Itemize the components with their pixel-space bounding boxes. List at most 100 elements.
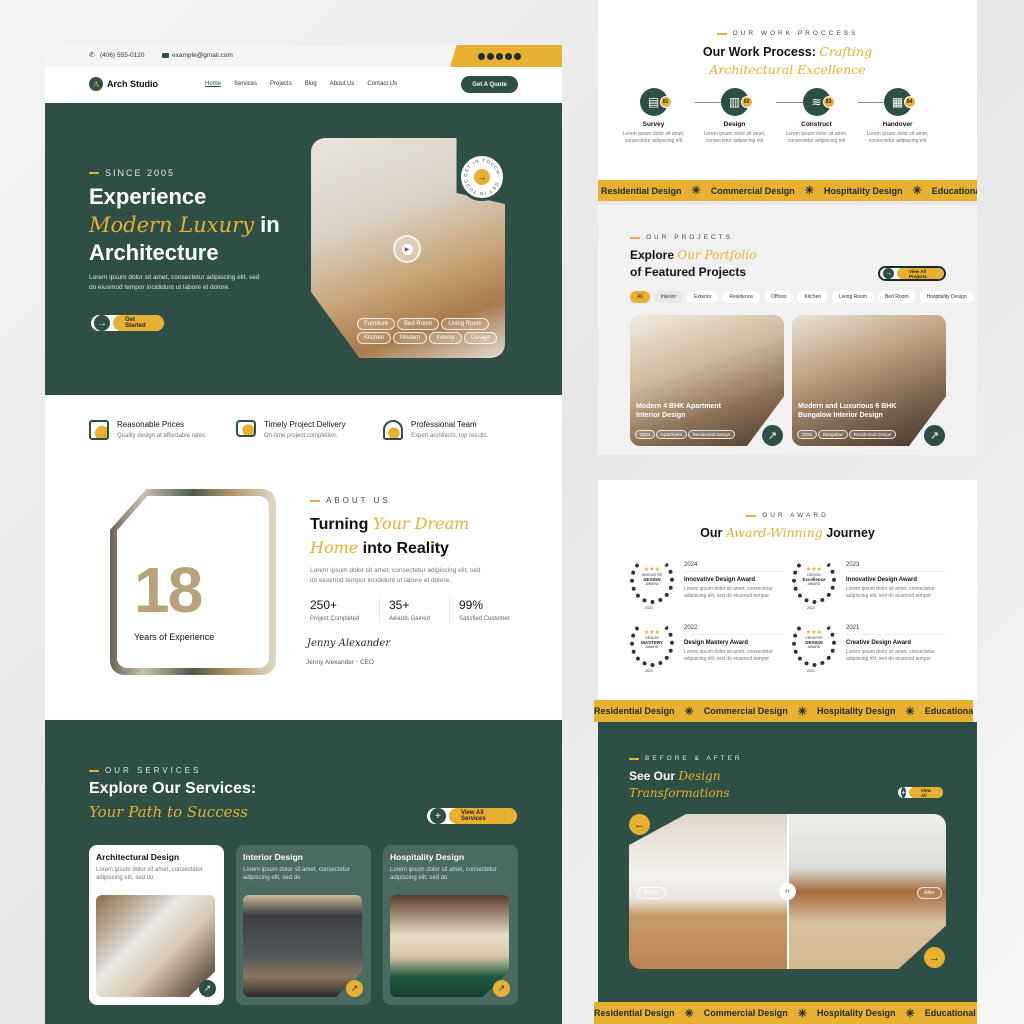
arrow-up-right-icon[interactable]: ↗: [346, 980, 363, 997]
youtube-icon[interactable]: [514, 52, 521, 60]
laurel-badge-icon: ★★★ DESIGN MASTERY AWARD: [630, 619, 674, 667]
hero-title: Experience Modern Luxury in Architecture: [89, 184, 280, 265]
about-eyebrow: ABOUT US: [310, 496, 391, 505]
project-filters: All Interior Exterior Residence Offices …: [630, 291, 977, 303]
phone-number[interactable]: (406) 555-0120: [100, 52, 144, 59]
award-desc: Lorem ipsum dolor sit amet, consectetur …: [846, 649, 935, 662]
filter-chip[interactable]: Living Room: [832, 291, 874, 303]
services-section: OUR SERVICES Explore Our Services: Your …: [45, 720, 562, 1024]
arrow-right-icon: →: [94, 315, 110, 331]
services-eyebrow: OUR SERVICES: [89, 766, 201, 775]
hero-description: Lorem ipsum dolor sit amet, consectetur …: [89, 274, 260, 292]
drag-handle-icon[interactable]: ‹›: [779, 883, 796, 900]
pinterest-icon[interactable]: [496, 52, 503, 60]
project-title: Modern 4 BHK Apartment Interior Design: [636, 403, 721, 420]
tag-chip[interactable]: Bed Room: [397, 318, 440, 330]
award-title: Design Mastery Award: [684, 640, 749, 646]
projects-eyebrow: OUR PROJECTS: [630, 234, 733, 241]
hero-section: SINCE 2005 Experience Modern Luxury in A…: [45, 103, 562, 395]
arrow-up-right-icon[interactable]: ↗: [199, 980, 216, 997]
logo[interactable]: A Arch Studio: [89, 77, 158, 91]
asterisk-icon: ✳: [691, 185, 701, 197]
about-title: Turning Your Dream Home into Reality: [310, 514, 470, 557]
service-card[interactable]: Hospitality Design Lorem ipsum dolor sit…: [383, 845, 518, 1005]
feature-item: Professional Team Expert architects, top …: [383, 420, 488, 440]
nav-blog[interactable]: Blog: [305, 81, 317, 87]
nav-contact[interactable]: Contact Us: [367, 81, 397, 87]
play-button[interactable]: ▶: [393, 235, 421, 263]
category-marquee: Residential Design ✳ Commercial Design ✳ Hos…: [594, 1002, 977, 1024]
projects-section: OUR PROJECTS Explore Our Portfolio of Fe…: [598, 205, 977, 455]
tag-chip[interactable]: Living Room: [441, 318, 489, 330]
service-title: Interior Design: [243, 852, 303, 862]
twitter-icon[interactable]: [487, 52, 494, 60]
nav-services[interactable]: Services: [234, 81, 257, 87]
project-tag: 2024: [635, 430, 656, 439]
filter-chip[interactable]: Interior: [653, 291, 684, 303]
next-arrow-button[interactable]: →: [924, 947, 945, 968]
after-label: After: [917, 887, 942, 899]
email-address[interactable]: example@gmail.com: [172, 52, 233, 59]
stat-item: 250+ Project Completed: [310, 598, 380, 624]
project-tags: 2024 Bungalow Residential Design: [797, 430, 897, 439]
process-section: OUR WORK PROCCESS Our Work Process: Craf…: [598, 0, 977, 180]
feature-title: Reasonable Prices: [117, 420, 185, 429]
tag-chip[interactable]: Modern: [393, 332, 428, 344]
filter-chip[interactable]: Hospitality Design: [919, 291, 974, 303]
service-card[interactable]: Architectural Design Lorem ipsum dolor s…: [89, 845, 224, 1005]
service-desc: Lorem ipsum dolor sit amet, consectetur …: [390, 867, 497, 882]
filter-chip[interactable]: Kitchen: [797, 291, 829, 303]
get-quote-button[interactable]: Get A Quote: [461, 76, 518, 93]
nav-projects[interactable]: Projects: [270, 81, 292, 87]
step-title: Handover: [882, 121, 913, 128]
step-title: Design: [723, 121, 746, 128]
nav-home[interactable]: Home: [205, 81, 221, 87]
arrow-up-right-icon[interactable]: ↗: [493, 980, 510, 997]
project-tag: Residential Design: [848, 430, 897, 439]
tag-chip[interactable]: Design: [464, 332, 497, 344]
facebook-icon[interactable]: [478, 52, 485, 60]
plus-icon: +: [901, 787, 906, 798]
about-stats: 250+ Project Completed 35+ Awards Gained 9…: [310, 598, 530, 624]
filter-chip[interactable]: Bed Room: [877, 291, 916, 303]
awards-section: OUR AWARD Our Award-Winning Journey ★★★ …: [598, 480, 977, 700]
tag-chip[interactable]: Interior: [429, 332, 463, 344]
filter-chip[interactable]: Exterior: [687, 291, 719, 303]
process-step: ▥ 02 Design Lorem ipsum dolor sit amet, …: [687, 88, 782, 145]
category-marquee: Residential Design ✳ Commercial Design ✳ Hos…: [594, 700, 973, 722]
awards-eyebrow: OUR AWARD: [598, 512, 977, 519]
arrow-up-right-icon[interactable]: ↗: [762, 425, 783, 446]
features-row: Reasonable Prices Quality design at affor…: [89, 420, 529, 450]
service-desc: Lorem ipsum dolor sit amet, consectetur …: [243, 867, 350, 882]
view-all-projects-button[interactable]: → View All Projects: [878, 266, 946, 281]
feature-item: Timely Project Delivery On-time project c…: [236, 420, 346, 440]
filter-all[interactable]: All: [630, 291, 650, 303]
project-tag: Residential Design: [687, 430, 736, 439]
tag-chip[interactable]: Kitchen: [357, 332, 392, 344]
project-card[interactable]: Modern and Luxurious 6 BHK Bungalow Inte…: [792, 315, 946, 446]
filter-chip[interactable]: Offices: [764, 291, 794, 303]
nav-about[interactable]: About Us: [330, 81, 355, 87]
service-card[interactable]: Interior Design Lorem ipsum dolor sit am…: [236, 845, 371, 1005]
projects-title: Explore Our Portfolio of Featured Projec…: [630, 248, 757, 279]
hero-eyebrow: SINCE 2005: [89, 168, 175, 178]
get-in-touch-badge[interactable]: GET IN TOUCH · GET IN TOUCH · →: [458, 153, 506, 201]
filter-chip[interactable]: Residence: [722, 291, 760, 303]
project-tags: 2024 Apartment Residential Design: [635, 430, 736, 439]
get-started-button[interactable]: → Get Started: [89, 313, 166, 333]
prev-arrow-button[interactable]: ←: [629, 814, 650, 835]
laurel-badge-icon: ★★★ CREATIVE DESIGN AWARD: [792, 619, 836, 667]
view-all-button[interactable]: + View All: [896, 785, 945, 800]
hero-tags: Furniture Bed Room Living Room Kitchen M…: [357, 318, 502, 344]
team-icon: [383, 420, 403, 440]
project-card[interactable]: Modern 4 BHK Apartment Interior Design 2…: [630, 315, 784, 446]
feature-desc: Quality design at affordable rates.: [117, 433, 207, 439]
badge-year: 2023: [807, 606, 815, 610]
comparison-slider[interactable]: Before After ‹›: [629, 814, 946, 969]
instagram-icon[interactable]: [505, 52, 512, 60]
awards-title: Our Award-Winning Journey: [700, 525, 875, 540]
tag-chip[interactable]: Furniture: [357, 318, 396, 330]
arrow-up-right-icon[interactable]: ↗: [924, 425, 945, 446]
view-all-services-button[interactable]: + View All Services: [425, 806, 519, 826]
stat-item: 99% Satisfied Customer: [459, 598, 510, 622]
